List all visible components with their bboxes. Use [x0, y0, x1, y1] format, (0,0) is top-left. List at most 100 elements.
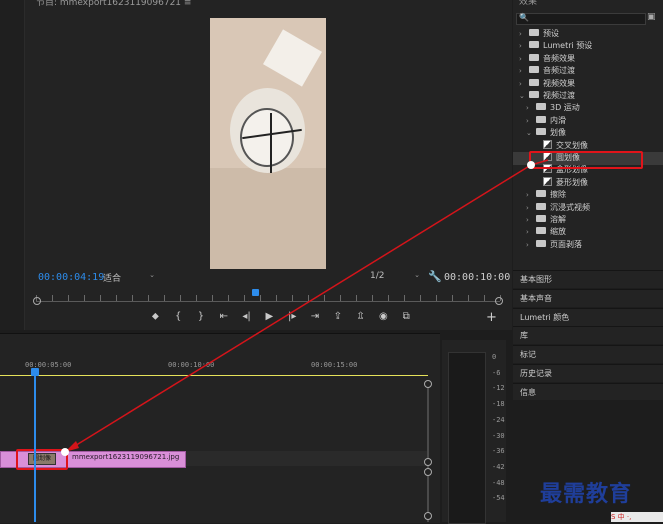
- folder-icon: [536, 115, 546, 123]
- effects-tree-item[interactable]: 交叉划像: [533, 139, 588, 152]
- export-frame-icon[interactable]: ◉: [372, 310, 395, 324]
- wrench-icon[interactable]: 🔧: [428, 270, 442, 283]
- chevron-right-icon[interactable]: ›: [526, 115, 536, 127]
- out-point-icon[interactable]: }: [190, 310, 213, 324]
- program-monitor-title[interactable]: 节目: mmexport1623119096721 ≡: [36, 0, 191, 8]
- ruler-tick: [228, 295, 229, 301]
- watermark-badge: S 中 ·,: [611, 512, 663, 522]
- effects-tree-item[interactable]: › 内滑: [526, 115, 566, 127]
- panel-tab[interactable]: 标记: [513, 345, 663, 364]
- folder-icon: [536, 239, 546, 247]
- transition-highlight-box: [16, 449, 68, 470]
- effects-tree-item[interactable]: › Lumetri 预设: [519, 40, 592, 52]
- timeline-work-area-bar[interactable]: [0, 375, 428, 376]
- effects-search-input[interactable]: 🔍: [516, 13, 646, 25]
- search-icon: 🔍: [519, 13, 529, 22]
- chevron-right-icon[interactable]: ›: [526, 202, 536, 214]
- step-back-icon[interactable]: ◂|: [235, 310, 258, 324]
- chevron-right-icon[interactable]: ›: [526, 102, 536, 114]
- extract-icon[interactable]: ⇫: [349, 310, 372, 324]
- effects-tree-item[interactable]: 菱形划像: [533, 176, 588, 189]
- effects-tree-item[interactable]: › 缩放: [526, 226, 566, 238]
- effects-tree-item[interactable]: › 沉浸式视频: [526, 202, 590, 214]
- effects-tree-item[interactable]: › 擦除: [526, 189, 566, 201]
- panel-tab[interactable]: 历史记录: [513, 364, 663, 382]
- video-preview[interactable]: [210, 18, 326, 269]
- chevron-right-icon[interactable]: ›: [526, 226, 536, 238]
- chevron-down-icon[interactable]: ⌄: [526, 127, 536, 139]
- meter-scale-label: -24: [492, 415, 505, 424]
- panel-tab[interactable]: 库: [513, 326, 663, 345]
- ruler-tick: [212, 295, 213, 301]
- chevron-right-icon[interactable]: ›: [519, 28, 529, 40]
- folder-icon: [536, 190, 546, 198]
- ruler-tick: [452, 295, 453, 301]
- in-point-icon[interactable]: {: [167, 310, 190, 324]
- preview-paper-shape: [263, 29, 322, 87]
- effects-tree-item[interactable]: ⌄ 视频过渡: [519, 90, 575, 102]
- ruler-tick: [420, 295, 421, 301]
- chevron-right-icon[interactable]: ›: [526, 189, 536, 201]
- folder-icon: [536, 215, 546, 222]
- panel-tab[interactable]: Lumetri 颜色: [513, 307, 663, 326]
- chevron-right-icon[interactable]: ›: [526, 214, 536, 226]
- duration-timecode: 00:00:10:00: [444, 272, 511, 283]
- chevron-right-icon[interactable]: ›: [519, 78, 529, 90]
- chevron-down-icon[interactable]: ⌄: [519, 90, 529, 102]
- ruler-zoom-handle-left[interactable]: [33, 297, 41, 305]
- effects-tree-item[interactable]: › 视频效果: [519, 78, 575, 90]
- monitor-time-ruler[interactable]: [36, 292, 501, 302]
- panel-tab[interactable]: 基本声音: [513, 288, 663, 307]
- effects-tree-item-label: 沉浸式视频: [550, 202, 590, 212]
- go-to-in-icon[interactable]: ⇤: [212, 310, 235, 324]
- timeline-playhead-line[interactable]: [34, 369, 36, 522]
- meter-scale-label: -42: [492, 462, 505, 471]
- meter-scale-label: -36: [492, 447, 505, 456]
- monitor-playhead[interactable]: [252, 289, 259, 296]
- effects-tree-item[interactable]: › 音频效果: [519, 53, 575, 65]
- step-forward-icon[interactable]: |▸: [281, 310, 304, 324]
- go-to-out-icon[interactable]: ⇥: [304, 310, 327, 324]
- effects-tree-item[interactable]: › 页面剥落: [526, 239, 582, 251]
- ruler-tick: [52, 295, 53, 301]
- panel-tab[interactable]: 信息: [513, 382, 663, 401]
- timeline-time-label: 00:00:15:00: [311, 361, 358, 369]
- ruler-tick: [388, 295, 389, 301]
- scroll-knob-lower[interactable]: [424, 468, 432, 476]
- current-timecode[interactable]: 00:00:04:19: [38, 272, 104, 283]
- timeline-scrollbar[interactable]: [427, 384, 429, 522]
- scroll-knob-middle[interactable]: [424, 458, 432, 466]
- selected-effect-highlight-box: [529, 151, 643, 169]
- marker-icon[interactable]: ⬥: [144, 310, 167, 324]
- transition-preset-icon: [543, 139, 552, 149]
- effects-tree-item-label: 视频效果: [543, 78, 575, 88]
- effects-tree-item-label: 3D 运动: [550, 103, 580, 113]
- fit-select[interactable]: 适合 ⌄: [103, 271, 155, 284]
- ruler-tick: [372, 295, 373, 301]
- chevron-right-icon[interactable]: ›: [519, 53, 529, 65]
- ruler-tick: [324, 295, 325, 301]
- effects-tree-item[interactable]: ⌄ 划像: [526, 127, 566, 139]
- timeline-playhead[interactable]: [31, 368, 39, 376]
- effects-tree-item-label: 划像: [550, 128, 566, 138]
- panel-tab[interactable]: 基本图形: [513, 270, 663, 288]
- add-button[interactable]: +: [486, 310, 497, 325]
- play-icon[interactable]: ▶: [258, 310, 281, 324]
- compare-icon[interactable]: ⧉: [395, 310, 418, 324]
- effects-tree-item[interactable]: › 预设: [519, 28, 559, 40]
- ruler-tick: [132, 295, 133, 301]
- lift-icon[interactable]: ⇪: [326, 310, 349, 324]
- chevron-right-icon[interactable]: ›: [526, 239, 536, 251]
- folder-icon: [529, 41, 539, 49]
- new-bin-icon[interactable]: ▣: [647, 12, 656, 22]
- effects-tree-item[interactable]: › 音频过渡: [519, 65, 575, 77]
- resolution-select[interactable]: 1/2 ⌄: [370, 271, 420, 283]
- chevron-right-icon[interactable]: ›: [519, 65, 529, 77]
- effects-tree-item[interactable]: › 溶解: [526, 214, 566, 226]
- effects-tree-item[interactable]: › 3D 运动: [526, 102, 580, 114]
- ruler-zoom-handle-right[interactable]: [495, 297, 503, 305]
- scroll-knob-bottom[interactable]: [424, 512, 432, 520]
- scroll-knob-top[interactable]: [424, 380, 432, 388]
- chevron-right-icon[interactable]: ›: [519, 40, 529, 52]
- effects-panel-title[interactable]: 效果: [519, 0, 537, 7]
